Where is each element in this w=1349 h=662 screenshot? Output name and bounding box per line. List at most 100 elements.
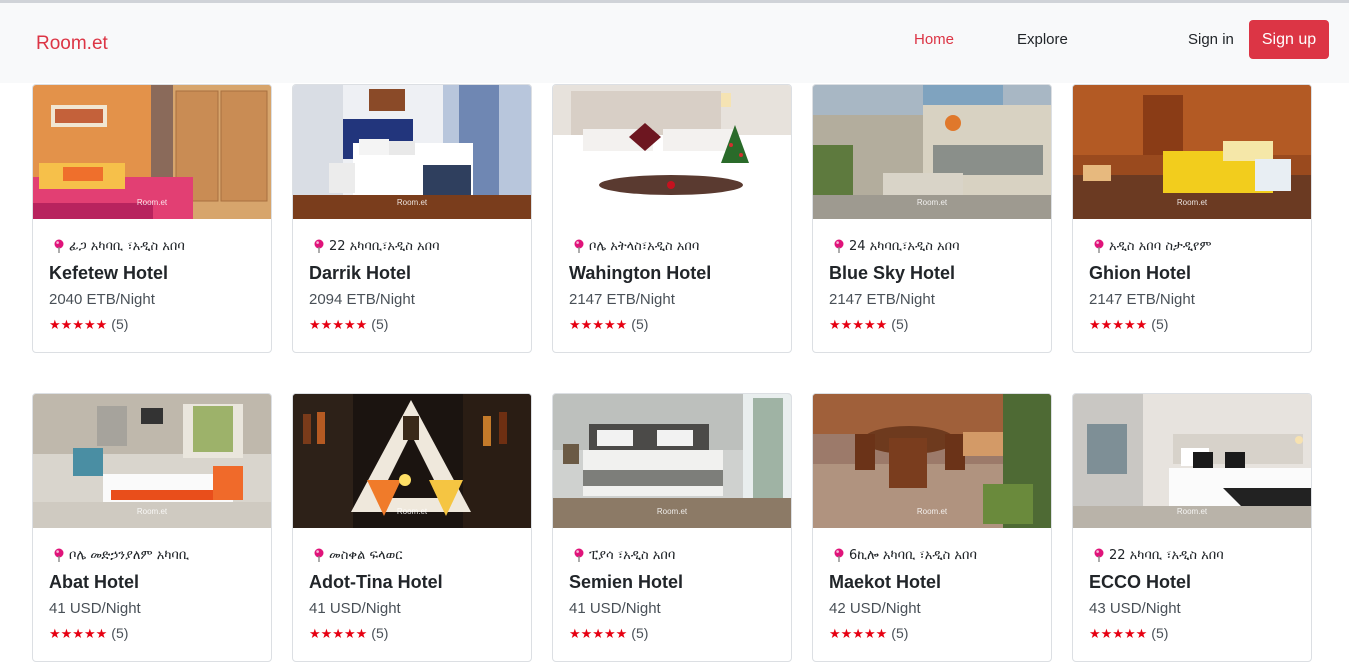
image-watermark: Room.et <box>136 507 168 516</box>
image-watermark: Room.et <box>656 507 688 516</box>
hotel-photo[interactable]: Room.et <box>1073 85 1311 219</box>
star-rating-icons: ★★★★★ <box>569 627 628 642</box>
hotel-photo[interactable]: Room.et <box>813 85 1051 219</box>
rating-count: (5) <box>111 625 129 641</box>
location-pin-icon <box>1094 548 1104 562</box>
rating-count: (5) <box>371 316 389 332</box>
image-watermark: Room.et <box>1176 507 1208 516</box>
hotel-card[interactable]: Room.et ፊጋ አካባቢ ፣አዲስ አበባ Kefetew Hotel 2… <box>32 84 272 353</box>
hotel-photo[interactable]: Room.et <box>553 85 791 219</box>
rating-count: (5) <box>891 316 909 332</box>
hotel-location-text: መስቀል ፍላወር <box>329 548 403 563</box>
hotel-rating: ★★★★★ (5) <box>1089 625 1168 642</box>
hotel-photo[interactable]: Room.et <box>553 394 791 528</box>
hotel-price: 2040 ETB/Night <box>49 291 155 308</box>
hotel-name[interactable]: Kefetew Hotel <box>49 263 168 284</box>
hotel-location-text: ቦሌ መድኃንያለም አካባቢ <box>69 548 190 563</box>
star-rating-icons: ★★★★★ <box>1089 627 1148 642</box>
hotel-location-text: 24 አካባቢ፣አዲስ አበባ <box>849 239 960 254</box>
image-watermark: Room.et <box>136 198 168 207</box>
hotel-location-text: ፊጋ አካባቢ ፣አዲስ አበባ <box>69 239 185 254</box>
hotel-photo[interactable]: Room.et <box>293 85 531 219</box>
hotel-price: 43 USD/Night <box>1089 600 1181 617</box>
hotel-card[interactable]: Room.et 6ኪሎ አካባቢ ፣አዲስ አበባ Maekot Hotel 4… <box>812 393 1052 662</box>
hotel-price: 41 USD/Night <box>309 600 401 617</box>
location-pin-icon <box>834 239 844 253</box>
hotel-card[interactable]: Room.et ፒያሳ ፣አዲስ አበባ Semien Hotel 41 USD… <box>552 393 792 662</box>
navbar: Room.et Home Explore Sign in Sign up <box>0 3 1349 83</box>
brand-logo[interactable]: Room.et <box>36 33 108 55</box>
image-watermark: Room.et <box>916 198 948 207</box>
location-pin-icon <box>1094 239 1104 253</box>
hotel-photo[interactable]: Room.et <box>33 85 271 219</box>
nav-link-explore[interactable]: Explore <box>1017 31 1068 48</box>
image-watermark: Room.et <box>1176 198 1208 207</box>
hotel-name[interactable]: Blue Sky Hotel <box>829 263 955 284</box>
hotel-card[interactable]: Room.et አዲስ አበባ ስታዲየም Ghion Hotel 2147 E… <box>1072 84 1312 353</box>
sign-up-button[interactable]: Sign up <box>1249 20 1329 59</box>
hotel-price: 2094 ETB/Night <box>309 291 415 308</box>
location-pin-icon <box>574 239 584 253</box>
hotel-location: 22 አካባቢ፣አዲስ አበባ <box>313 239 440 254</box>
hotel-location: ፒያሳ ፣አዲስ አበባ <box>573 548 675 563</box>
hotel-price: 41 USD/Night <box>569 600 661 617</box>
nav-link-home[interactable]: Home <box>914 31 954 48</box>
star-rating-icons: ★★★★★ <box>49 627 108 642</box>
hotel-rating: ★★★★★ (5) <box>49 625 128 642</box>
hotel-name[interactable]: Abat Hotel <box>49 572 139 593</box>
location-pin-icon <box>834 548 844 562</box>
hotel-name[interactable]: Wahington Hotel <box>569 263 711 284</box>
hotel-price: 2147 ETB/Night <box>569 291 675 308</box>
rating-count: (5) <box>891 625 909 641</box>
hotel-location: 6ኪሎ አካባቢ ፣አዲስ አበባ <box>833 548 977 563</box>
hotel-photo[interactable]: Room.et <box>293 394 531 528</box>
hotel-name[interactable]: ECCO Hotel <box>1089 572 1191 593</box>
hotel-card[interactable]: Room.et 22 አካባቢ ፣አዲስ አበባ ECCO Hotel 43 U… <box>1072 393 1312 662</box>
hotel-rating: ★★★★★ (5) <box>49 316 128 333</box>
hotel-price: 2147 ETB/Night <box>829 291 935 308</box>
hotel-price: 42 USD/Night <box>829 600 921 617</box>
hotel-rating: ★★★★★ (5) <box>1089 316 1168 333</box>
hotel-location-text: አዲስ አበባ ስታዲየም <box>1109 239 1212 254</box>
hotel-card[interactable]: Room.et መስቀል ፍላወር Adot-Tina Hotel 41 USD… <box>292 393 532 662</box>
hotel-location-text: 22 አካባቢ ፣አዲስ አበባ <box>1109 548 1224 563</box>
hotel-card[interactable]: Room.et ቦሌ አትላስ፣አዲስ አበባ Wahington Hotel … <box>552 84 792 353</box>
hotel-location: 22 አካባቢ ፣አዲስ አበባ <box>1093 548 1224 563</box>
hotel-photo[interactable]: Room.et <box>1073 394 1311 528</box>
hotel-card[interactable]: Room.et 24 አካባቢ፣አዲስ አበባ Blue Sky Hotel 2… <box>812 84 1052 353</box>
image-watermark: Room.et <box>656 198 688 207</box>
hotel-card[interactable]: Room.et ቦሌ መድኃንያለም አካባቢ Abat Hotel 41 US… <box>32 393 272 662</box>
hotel-name[interactable]: Maekot Hotel <box>829 572 941 593</box>
rating-count: (5) <box>1151 625 1169 641</box>
hotel-price: 41 USD/Night <box>49 600 141 617</box>
hotel-name[interactable]: Semien Hotel <box>569 572 683 593</box>
hotel-rating: ★★★★★ (5) <box>829 625 908 642</box>
hotel-location-text: ፒያሳ ፣አዲስ አበባ <box>589 548 676 563</box>
hotel-card[interactable]: Room.et 22 አካባቢ፣አዲስ አበባ Darrik Hotel 209… <box>292 84 532 353</box>
hotel-name[interactable]: Adot-Tina Hotel <box>309 572 443 593</box>
hotel-photo[interactable]: Room.et <box>33 394 271 528</box>
hotel-photo[interactable]: Room.et <box>813 394 1051 528</box>
hotel-location: ቦሌ መድኃንያለም አካባቢ <box>53 548 189 563</box>
hotel-location-text: 6ኪሎ አካባቢ ፣አዲስ አበባ <box>849 548 977 563</box>
star-rating-icons: ★★★★★ <box>829 627 888 642</box>
image-watermark: Room.et <box>916 507 948 516</box>
hotel-name[interactable]: Ghion Hotel <box>1089 263 1191 284</box>
star-rating-icons: ★★★★★ <box>829 318 888 333</box>
image-watermark: Room.et <box>396 198 428 207</box>
hotel-price: 2147 ETB/Night <box>1089 291 1195 308</box>
hotel-location: አዲስ አበባ ስታዲየም <box>1093 239 1211 254</box>
rating-count: (5) <box>371 625 389 641</box>
hotel-location-text: 22 አካባቢ፣አዲስ አበባ <box>329 239 440 254</box>
hotel-location: ቦሌ አትላስ፣አዲስ አበባ <box>573 239 699 254</box>
sign-in-link[interactable]: Sign in <box>1188 31 1234 48</box>
hotel-name[interactable]: Darrik Hotel <box>309 263 411 284</box>
hotel-rating: ★★★★★ (5) <box>569 625 648 642</box>
hotel-rating: ★★★★★ (5) <box>309 316 388 333</box>
star-rating-icons: ★★★★★ <box>569 318 628 333</box>
location-pin-icon <box>54 548 64 562</box>
hotel-rating: ★★★★★ (5) <box>569 316 648 333</box>
image-watermark: Room.et <box>396 507 428 516</box>
star-rating-icons: ★★★★★ <box>309 627 368 642</box>
hotel-rating: ★★★★★ (5) <box>829 316 908 333</box>
